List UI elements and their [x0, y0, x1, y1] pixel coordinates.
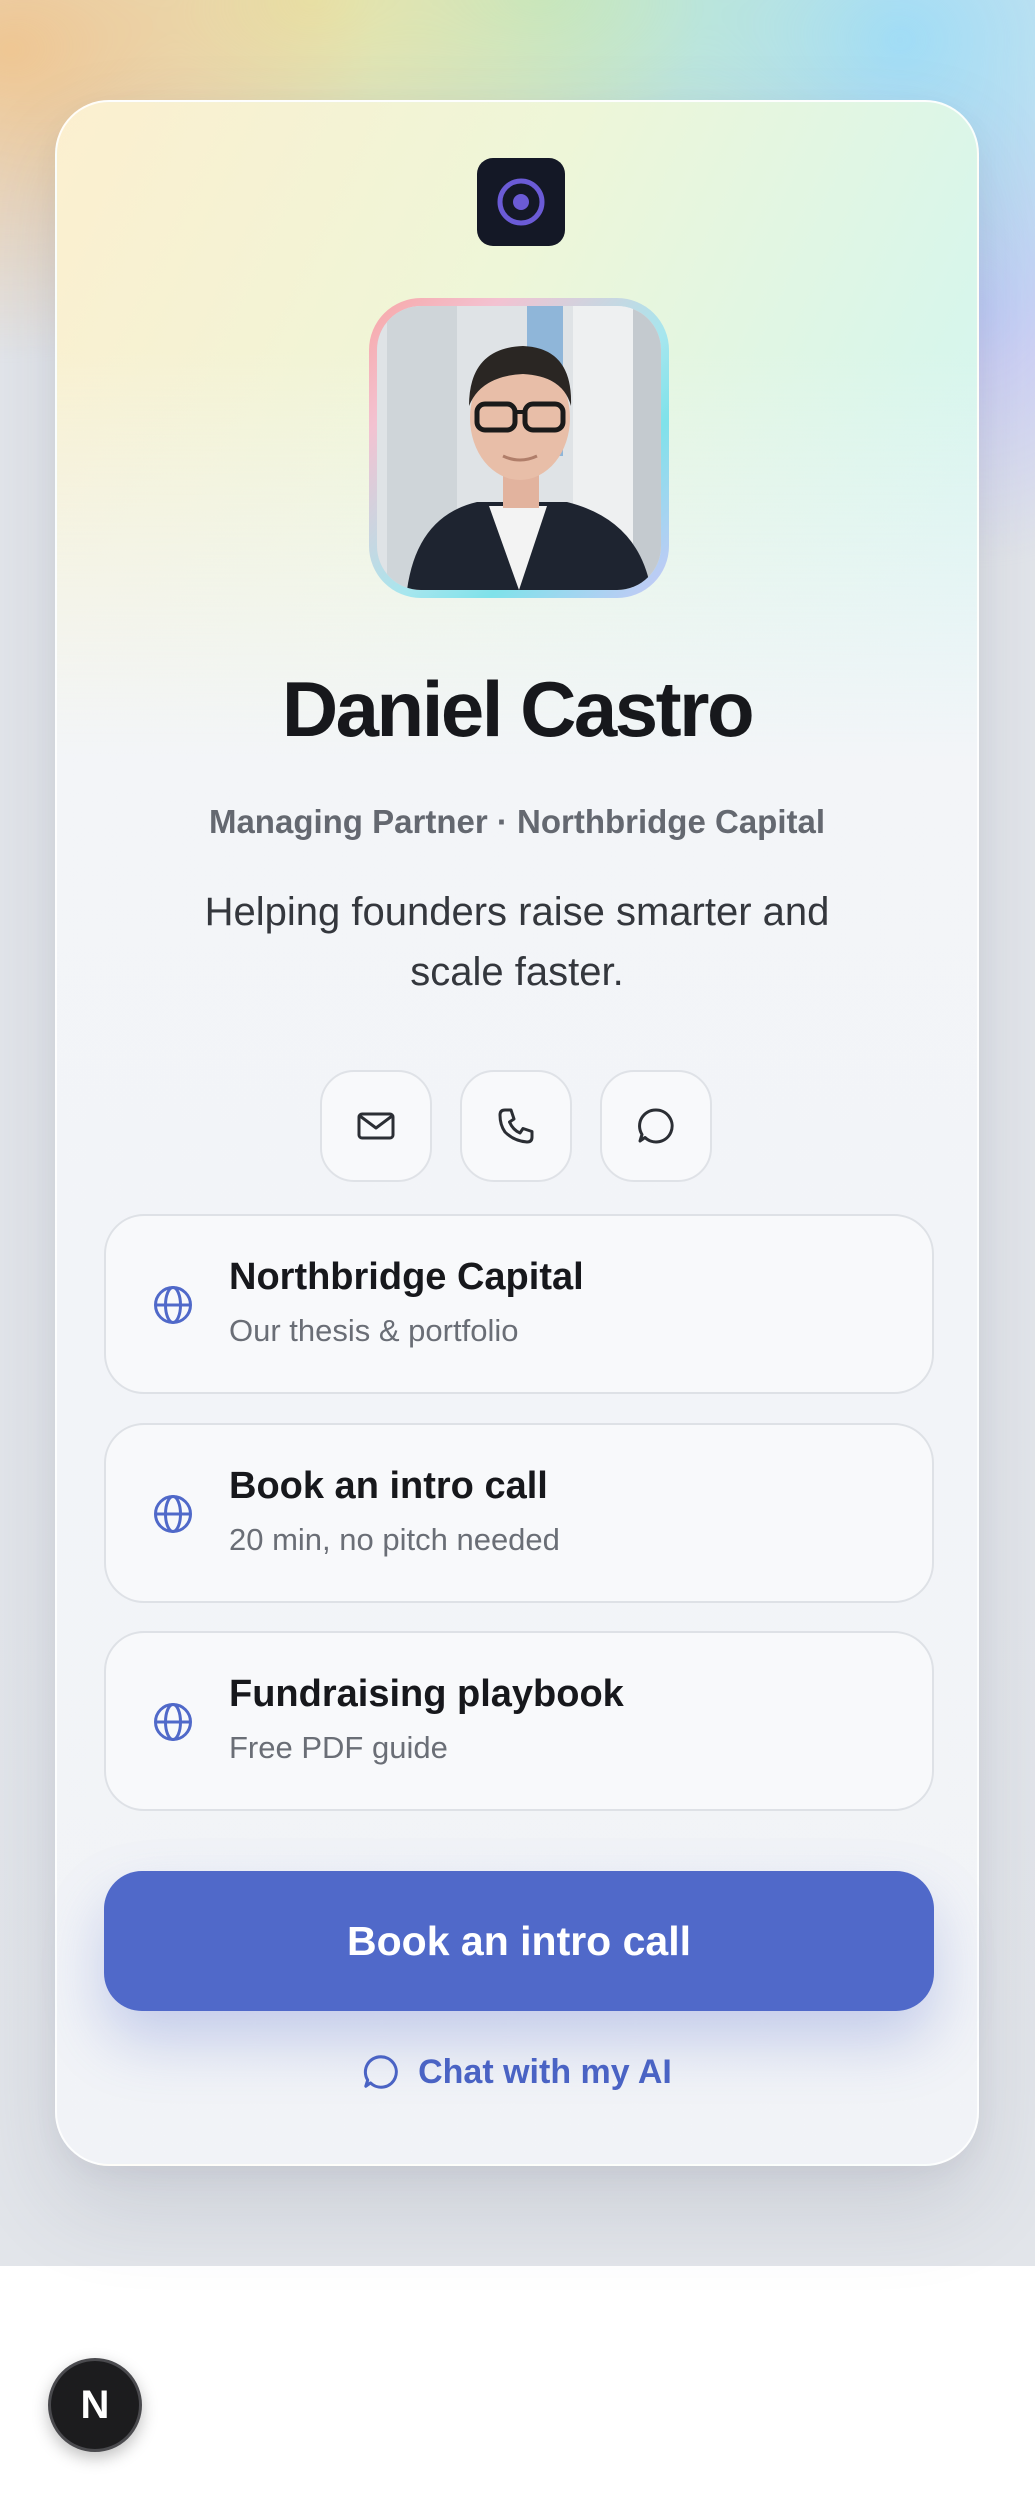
chat-with-ai-link[interactable]: Chat with my AI	[57, 2047, 977, 2097]
profile-name: Daniel Castro	[281, 665, 755, 753]
phone-icon	[498, 1108, 534, 1144]
profile-tagline: Helping founders raise smarter and scale…	[204, 890, 830, 994]
phone-button[interactable]	[460, 1070, 572, 1182]
chat-bubble-icon	[638, 1108, 674, 1144]
profile-subtitle: Managing Partner · Northbridge Capital	[208, 803, 826, 840]
message-button[interactable]	[600, 1070, 712, 1182]
chat-bubble-icon	[363, 2055, 398, 2089]
globe-icon	[154, 1703, 192, 1741]
link-card-playbook[interactable]: Fundraising playbook Free PDF guide	[104, 1631, 934, 1811]
link-title: Book an intro call	[229, 1465, 548, 1507]
link-title: Northbridge Capital	[229, 1256, 584, 1298]
contact-icons	[320, 1070, 720, 1184]
avatar	[377, 306, 661, 590]
link-card-intro-call[interactable]: Book an intro call 20 min, no pitch need…	[104, 1423, 934, 1603]
link-description: Our thesis & portfolio	[229, 1313, 519, 1348]
link-description: Free PDF guide	[229, 1730, 448, 1765]
link-card-northbridge[interactable]: Northbridge Capital Our thesis & portfol…	[104, 1214, 934, 1394]
globe-icon	[154, 1495, 192, 1533]
link-title: Fundraising playbook	[229, 1673, 624, 1715]
brand-logo	[477, 158, 565, 246]
dev-tools-button[interactable]: N	[48, 2358, 142, 2452]
profile-card: Daniel Castro Managing Partner · Northbr…	[55, 100, 979, 2166]
target-ring-icon	[497, 178, 545, 226]
book-intro-call-button[interactable]: Book an intro call	[104, 1871, 934, 2011]
mail-icon	[357, 1112, 395, 1140]
chat-link-label: Chat with my AI	[418, 2052, 672, 2091]
link-description: 20 min, no pitch needed	[229, 1522, 560, 1557]
avatar-frame	[369, 298, 669, 598]
email-button[interactable]	[320, 1070, 432, 1182]
globe-icon	[154, 1286, 192, 1324]
